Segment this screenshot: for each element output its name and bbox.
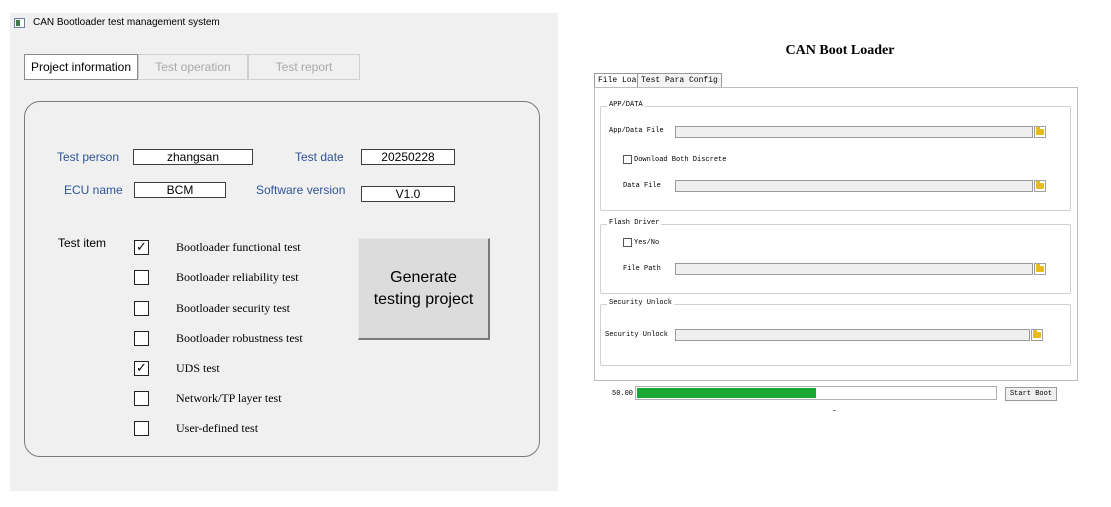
flash-driver-yes-no-checkbox[interactable]: [623, 238, 632, 247]
data-file-browse-button[interactable]: [1034, 180, 1046, 192]
checkbox-functional-test[interactable]: ✓: [134, 240, 149, 255]
security-unlock-group-title: Security Unlock: [607, 299, 675, 307]
generate-button-line2: testing project: [373, 290, 474, 308]
start-boot-button[interactable]: Start Boot: [1005, 387, 1057, 401]
folder-icon: [1036, 127, 1044, 135]
download-both-label: Download Both Discrete: [634, 156, 727, 164]
file-load-panel: APP/DATA App/Data File Download Both Dis…: [594, 87, 1078, 381]
app-data-file-input[interactable]: [675, 126, 1033, 138]
tab-test-para-config[interactable]: Test Para Config: [637, 73, 722, 87]
folder-icon: [1033, 330, 1041, 338]
window-title: CAN Bootloader test management system: [33, 17, 220, 28]
file-path-label: File Path: [623, 265, 661, 273]
app-data-group: APP/DATA App/Data File Download Both Dis…: [600, 101, 1071, 211]
checkbox-user-defined-test[interactable]: [134, 421, 149, 436]
security-test-label: Bootloader security test: [176, 301, 290, 315]
app-icon: [14, 18, 25, 28]
software-version-field[interactable]: V1.0: [361, 186, 455, 202]
network-tp-test-label: Network/TP layer test: [176, 391, 282, 405]
can-boot-loader-window: CAN Boot Loader File Load Test Para Conf…: [590, 40, 1090, 440]
uds-test-label: UDS test: [176, 361, 220, 375]
app-data-file-browse-button[interactable]: [1034, 126, 1046, 138]
security-unlock-browse-button[interactable]: [1031, 329, 1043, 341]
ecu-name-field[interactable]: BCM: [134, 182, 226, 198]
checkbox-reliability-test[interactable]: [134, 270, 149, 285]
data-file-label: Data File: [623, 182, 661, 190]
app-data-group-title: APP/DATA: [607, 101, 645, 109]
boot-loader-title: CAN Boot Loader: [785, 43, 895, 58]
security-unlock-label: Security Unlock: [605, 331, 669, 339]
progress-bar: [635, 386, 997, 400]
test-management-window: CAN Bootloader test management system Pr…: [10, 13, 558, 491]
checkbox-security-test[interactable]: [134, 301, 149, 316]
progress-fill: [637, 388, 816, 398]
flash-driver-group: Flash Driver Yes/No File Path: [600, 219, 1071, 294]
test-date-field[interactable]: 20250228: [361, 149, 455, 165]
data-file-input[interactable]: [675, 180, 1033, 192]
generate-button-line1: Generate: [390, 268, 457, 286]
progress-value: 50.00: [612, 390, 634, 398]
download-both-checkbox[interactable]: [623, 155, 632, 164]
reliability-test-label: Bootloader reliability test: [176, 270, 299, 284]
folder-icon: [1036, 181, 1044, 189]
test-date-label: Test date: [295, 150, 344, 164]
test-person-field[interactable]: zhangsan: [133, 149, 253, 165]
test-person-label: Test person: [57, 150, 120, 164]
yes-no-label: Yes/No: [634, 239, 660, 247]
folder-icon: [1036, 264, 1044, 272]
flash-driver-group-title: Flash Driver: [607, 219, 662, 227]
file-path-browse-button[interactable]: [1034, 263, 1046, 275]
generate-testing-project-button[interactable]: Generate testing project: [358, 238, 490, 340]
security-unlock-input[interactable]: [675, 329, 1030, 341]
tab-test-report[interactable]: Test report: [248, 54, 360, 80]
status-dot: [833, 410, 836, 411]
file-path-input[interactable]: [675, 263, 1033, 275]
robustness-test-label: Bootloader robustness test: [176, 331, 303, 345]
test-item-label: Test item: [58, 236, 107, 250]
ecu-name-label: ECU name: [64, 183, 123, 197]
title-bar: CAN Bootloader test management system: [10, 13, 558, 33]
checkbox-uds-test[interactable]: ✓: [134, 361, 149, 376]
functional-test-label: Bootloader functional test: [176, 240, 301, 254]
checkbox-robustness-test[interactable]: [134, 331, 149, 346]
checkbox-network-tp-test[interactable]: [134, 391, 149, 406]
software-version-label: Software version: [256, 183, 346, 197]
project-info-panel: Test person zhangsan Test date 20250228 …: [24, 101, 540, 457]
user-defined-test-label: User-defined test: [176, 421, 259, 435]
tab-project-information[interactable]: Project information: [24, 54, 138, 80]
security-unlock-group: Security Unlock Security Unlock: [600, 299, 1071, 366]
tab-test-operation[interactable]: Test operation: [138, 54, 248, 80]
app-data-file-label: App/Data File: [609, 127, 664, 135]
